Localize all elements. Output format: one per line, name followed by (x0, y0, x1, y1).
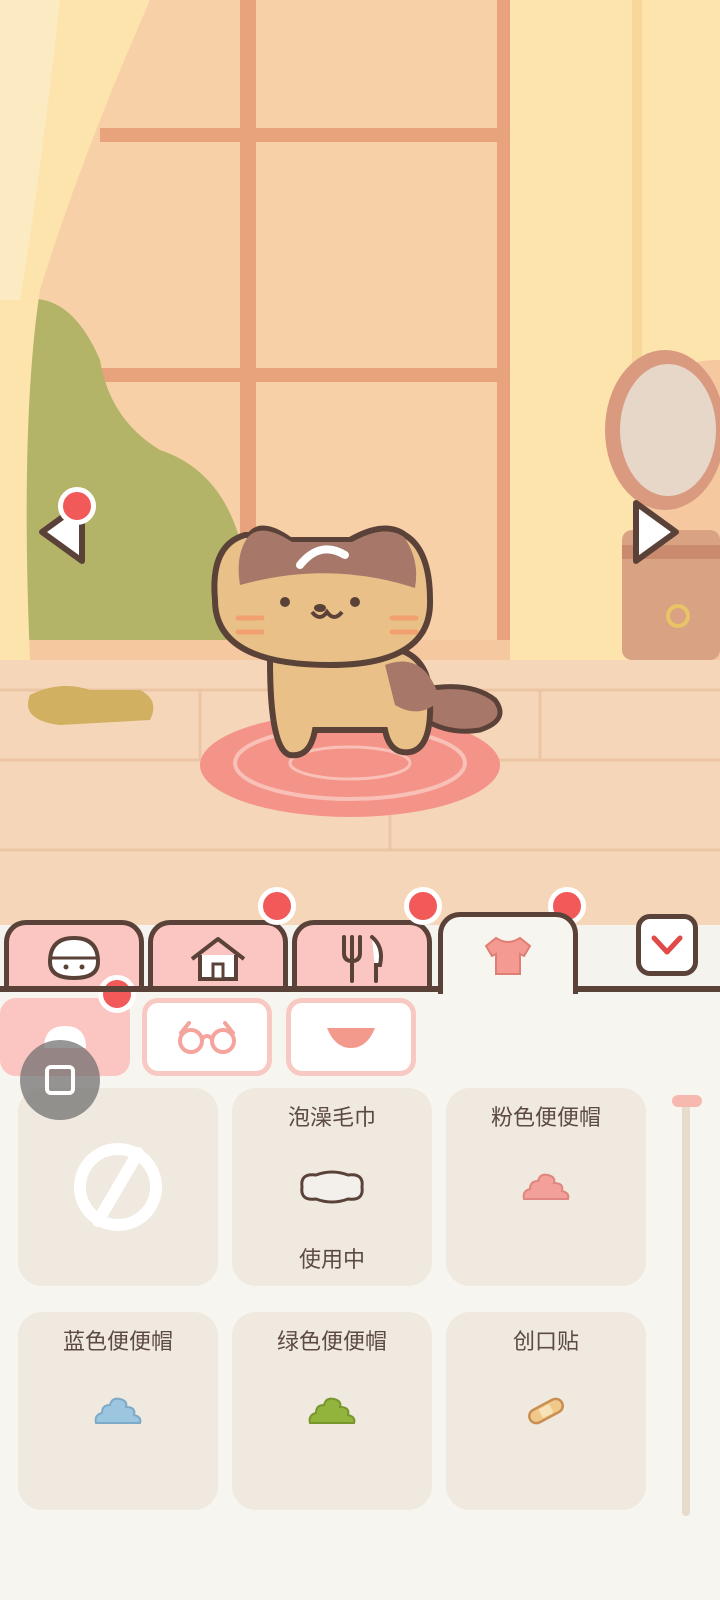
collapse-panel-button[interactable] (636, 914, 698, 976)
tab-outfit[interactable] (438, 912, 578, 994)
item-name: 粉色便便帽 (490, 1106, 601, 1131)
notification-dot (98, 975, 136, 1013)
subcategory-glasses[interactable] (142, 998, 272, 1076)
item-card-pink-poop-hat[interactable]: 粉色便便帽 (446, 1088, 646, 1286)
bandage-icon (528, 1397, 564, 1425)
none-icon (74, 1143, 162, 1231)
notification-dot (258, 887, 296, 925)
notification-dot (404, 887, 442, 925)
item-card-green-poop-hat[interactable]: 绿色便便帽 (232, 1312, 432, 1510)
item-name: 绿色便便帽 (276, 1330, 387, 1355)
collar-icon (327, 1028, 375, 1048)
room-illustration (0, 0, 720, 925)
arrow-right-icon (633, 500, 679, 564)
tab-food[interactable] (292, 920, 432, 992)
notification-dot (58, 487, 96, 525)
scrollbar-track (682, 1098, 690, 1516)
towel-icon (300, 1170, 364, 1204)
subcategory-collar[interactable] (286, 998, 416, 1076)
tab-house[interactable] (148, 920, 288, 992)
next-scene-button[interactable] (628, 495, 686, 569)
fork-knife-icon (342, 934, 383, 983)
house-icon (190, 936, 246, 981)
green-poop-hat-icon (308, 1397, 356, 1424)
room-scene (0, 0, 720, 925)
shirt-icon (484, 936, 532, 975)
scrollbar-thumb[interactable] (672, 1095, 702, 1107)
item-card-blue-poop-hat[interactable]: 蓝色便便帽 (18, 1312, 218, 1510)
tab-bar-divider (0, 986, 720, 992)
cat-face-icon (47, 935, 101, 980)
floating-action-button[interactable] (20, 1040, 100, 1120)
pink-poop-hat-icon (522, 1173, 570, 1200)
item-name: 创口贴 (512, 1330, 579, 1355)
item-name: 蓝色便便帽 (62, 1330, 173, 1355)
item-card-towel[interactable]: 泡澡毛巾 使用中 (232, 1088, 432, 1286)
glasses-icon (178, 1021, 236, 1054)
in-use-status: 使用中 (298, 1248, 365, 1273)
chevron-down-icon (651, 935, 683, 955)
blue-poop-hat-icon (94, 1397, 142, 1424)
item-name: 泡澡毛巾 (287, 1106, 376, 1131)
item-card-bandage[interactable]: 创口贴 (446, 1312, 646, 1510)
